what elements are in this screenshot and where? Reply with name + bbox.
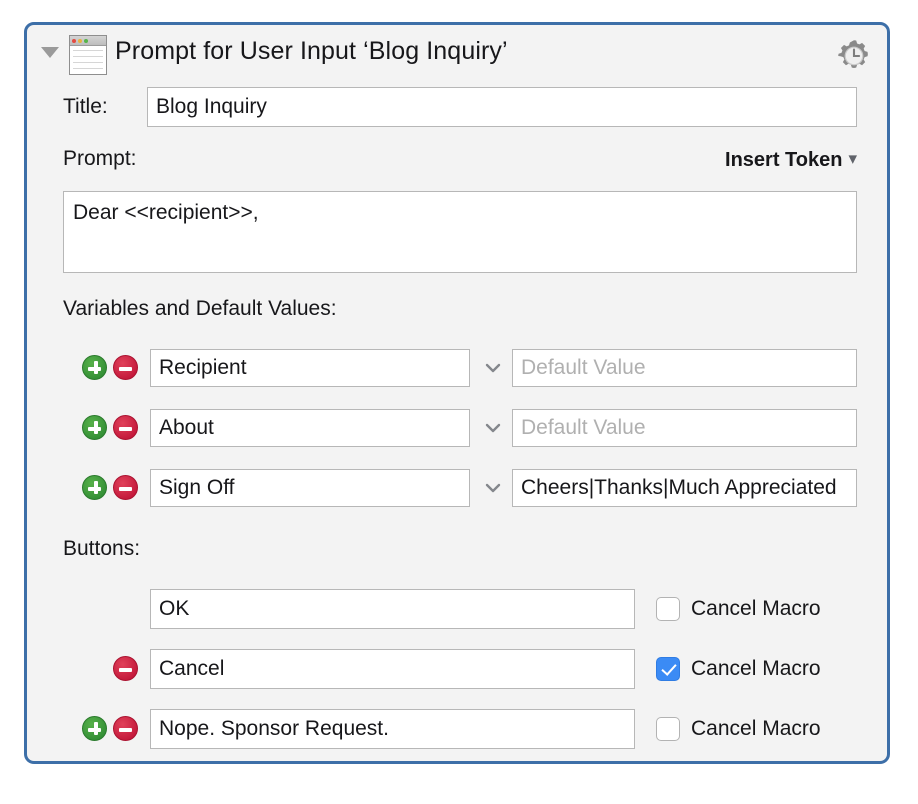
button-name-input[interactable] xyxy=(150,709,635,749)
variable-dropdown-chevron-icon[interactable] xyxy=(482,417,504,439)
window-icon-titlebar xyxy=(70,36,106,46)
cancel-macro-label: Cancel Macro xyxy=(691,657,821,680)
triangle-down-icon[interactable] xyxy=(41,47,59,58)
add-variable-button[interactable] xyxy=(82,415,107,440)
variable-name-input[interactable] xyxy=(150,409,470,447)
cancel-macro-checkbox-row[interactable]: Cancel Macro xyxy=(656,597,821,621)
page-title: Prompt for User Input ‘Blog Inquiry’ xyxy=(115,37,508,65)
add-variable-button[interactable] xyxy=(82,355,107,380)
prompt-textarea[interactable]: Dear <<recipient>>, xyxy=(63,191,857,273)
cancel-macro-checkbox[interactable] xyxy=(656,717,680,741)
window-document-icon xyxy=(69,35,107,75)
button-name-input[interactable] xyxy=(150,589,635,629)
variable-default-value-input[interactable] xyxy=(512,409,857,447)
window-icon-zoom-dot xyxy=(84,38,88,43)
variables-section-label: Variables and Default Values: xyxy=(63,297,337,320)
variable-name-input[interactable] xyxy=(150,469,470,507)
buttons-section-label: Buttons: xyxy=(63,537,141,560)
prompt-for-user-input-action-panel: Prompt for User Input ‘Blog Inquiry’ Tit… xyxy=(24,22,890,764)
add-variable-button[interactable] xyxy=(82,475,107,500)
cancel-macro-label: Cancel Macro xyxy=(691,597,821,620)
gear-clock-icon[interactable] xyxy=(835,37,873,75)
remove-variable-button[interactable] xyxy=(113,355,138,380)
panel-header: Prompt for User Input ‘Blog Inquiry’ xyxy=(27,25,887,87)
variable-dropdown-chevron-icon[interactable] xyxy=(482,477,504,499)
cancel-macro-checkbox[interactable] xyxy=(656,597,680,621)
title-label: Title: xyxy=(63,95,108,118)
cancel-macro-checkbox-row[interactable]: Cancel Macro xyxy=(656,717,821,741)
window-icon-close-dot xyxy=(72,38,76,43)
variable-default-value-input[interactable] xyxy=(512,349,857,387)
title-input[interactable] xyxy=(147,87,857,127)
variable-name-input[interactable] xyxy=(150,349,470,387)
prompt-label: Prompt: xyxy=(63,147,137,170)
window-icon-lines xyxy=(70,46,106,69)
window-icon-minimize-dot xyxy=(78,38,82,43)
cancel-macro-checkbox-row[interactable]: Cancel Macro xyxy=(656,657,821,681)
remove-variable-button[interactable] xyxy=(113,475,138,500)
add-button-button[interactable] xyxy=(82,716,107,741)
cancel-macro-checkbox[interactable] xyxy=(656,657,680,681)
button-name-input[interactable] xyxy=(150,649,635,689)
insert-token-menu[interactable]: Insert Token ▾ xyxy=(725,149,857,172)
variable-dropdown-chevron-icon[interactable] xyxy=(482,357,504,379)
remove-variable-button[interactable] xyxy=(113,415,138,440)
remove-button-button[interactable] xyxy=(113,716,138,741)
cancel-macro-label: Cancel Macro xyxy=(691,717,821,740)
insert-token-label: Insert Token xyxy=(725,149,843,171)
remove-button-button[interactable] xyxy=(113,656,138,681)
chevron-down-icon: ▾ xyxy=(848,149,857,168)
variable-default-value-input[interactable] xyxy=(512,469,857,507)
